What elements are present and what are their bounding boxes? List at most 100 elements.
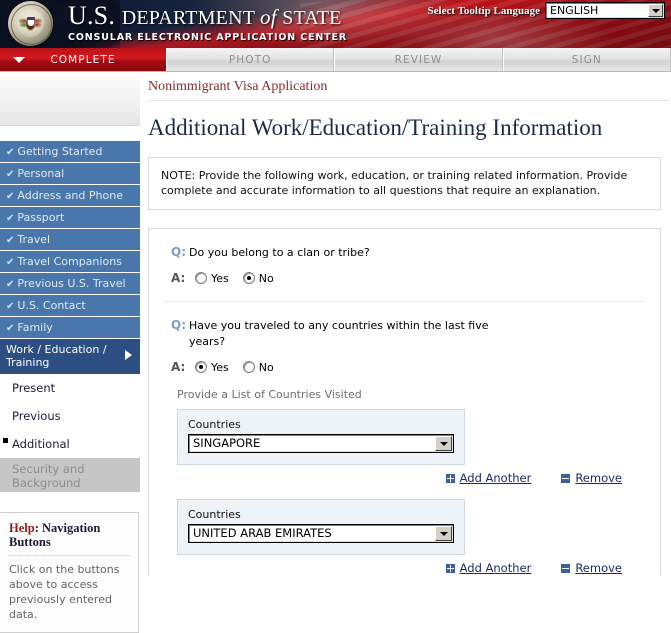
add-another-button-2[interactable]: Add Another [446, 561, 532, 575]
check-icon: ✔ [6, 301, 14, 312]
questions-panel: Q: Do you belong to a clan or tribe? A: … [148, 228, 661, 575]
question-text: Do you belong to a clan or tribe? [189, 245, 370, 261]
radio-no-label: No [259, 272, 274, 285]
help-panel: Help: Navigation Buttons Click on the bu… [0, 512, 139, 633]
sidebar-item-us-contact[interactable]: ✔U.S. Contact [0, 295, 140, 317]
country-value-2: UNITED ARAB EMIRATES [189, 525, 336, 542]
note-box: NOTE: Provide the following work, educat… [148, 157, 661, 210]
wordmark-subtitle: CONSULAR ELECTRONIC APPLICATION CENTER [68, 32, 347, 44]
sidebar-item-label: Travel Companions [17, 255, 122, 268]
sidebar-item-travel-companions[interactable]: ✔Travel Companions [0, 251, 140, 273]
tab-sign[interactable]: SIGN [503, 48, 671, 71]
site-header: U.S. DEPARTMENT of STATE CONSULAR ELECTR… [0, 0, 671, 48]
help-title-word: Help [9, 521, 35, 535]
great-seal-logo-icon [8, 1, 53, 46]
radio-option-no[interactable]: No [243, 361, 274, 374]
sidebar-subitem-label: Additional [12, 437, 70, 451]
remove-button-2[interactable]: Remove [561, 561, 622, 575]
radio-yes-label: Yes [211, 361, 229, 374]
question-marker: Q: [171, 245, 189, 260]
help-title: Help: Navigation Buttons [9, 521, 130, 549]
radio-group-clan-or-tribe: Yes No [189, 272, 274, 285]
chevron-down-icon[interactable] [435, 526, 452, 541]
sidebar-item-label: Travel [17, 233, 50, 246]
sidebar-item-label: Security and Background [12, 462, 85, 490]
sidebar-item-address-and-phone[interactable]: ✔Address and Phone [0, 185, 140, 207]
question-block-traveled-countries: Q: Have you traveled to any countries wi… [149, 302, 660, 374]
tab-review[interactable]: REVIEW [334, 48, 502, 71]
help-divider [9, 555, 130, 556]
tab-sign-label: SIGN [572, 54, 602, 66]
country-field-label: Countries [188, 508, 454, 521]
sidebar-subitem-previous[interactable]: Previous [0, 402, 140, 430]
wordmark-us: U.S. [68, 1, 122, 30]
tooltip-language-value: ENGLISH [546, 3, 602, 18]
sidebar-subitem-additional[interactable]: Additional [0, 430, 140, 458]
country-field-label: Countries [188, 418, 454, 431]
sidebar-item-label: U.S. Contact [17, 299, 85, 312]
stage-tabbar: COMPLETE PHOTO REVIEW SIGN [0, 48, 671, 72]
country-card-actions-1: Add Another Remove [149, 465, 660, 485]
tooltip-language-label: Select Tooltip Language [428, 5, 540, 17]
country-card-actions-2: Add Another Remove [149, 555, 660, 575]
chevron-down-icon[interactable] [435, 436, 452, 451]
sidebar-top-panel [0, 72, 140, 126]
question-block-clan-or-tribe: Q: Do you belong to a clan or tribe? A: … [149, 245, 660, 285]
sidebar-item-family[interactable]: ✔Family [0, 317, 140, 339]
wordmark-state: STATE [282, 7, 341, 29]
sidebar-item-label: Getting Started [17, 145, 102, 158]
country-value-1: SINGAPORE [189, 435, 264, 452]
radio-yes-input[interactable] [195, 272, 207, 284]
check-icon: ✔ [6, 213, 14, 224]
main-content: Nonimmigrant Visa Application Additional… [140, 72, 671, 589]
tooltip-language-selector[interactable]: Select Tooltip Language ENGLISH [428, 2, 665, 19]
country-card-2: Countries UNITED ARAB EMIRATES [177, 499, 465, 555]
check-icon: ✔ [6, 147, 14, 158]
radio-option-yes[interactable]: Yes [195, 272, 229, 285]
sidebar-item-security-and-background: Security and Background [0, 458, 140, 492]
radio-option-no[interactable]: No [243, 272, 274, 285]
chevron-right-icon [125, 350, 132, 360]
tab-complete[interactable]: COMPLETE [0, 48, 166, 71]
remove-label: Remove [575, 561, 622, 575]
check-icon: ✔ [6, 323, 14, 334]
sidebar-subitem-label: Previous [12, 409, 61, 423]
sidebar-item-work-education-training[interactable]: Work / Education / Training [0, 339, 140, 374]
sidebar-item-personal[interactable]: ✔Personal [0, 163, 140, 185]
question-marker: Q: [171, 318, 189, 333]
tooltip-language-dropdown[interactable]: ENGLISH [545, 2, 665, 19]
plus-icon [446, 474, 455, 483]
radio-yes-input[interactable] [195, 361, 207, 373]
country-dropdown-1[interactable]: SINGAPORE [188, 434, 454, 453]
countries-list-label: Provide a List of Countries Visited [149, 374, 660, 409]
radio-no-input[interactable] [243, 361, 255, 373]
caret-down-icon [13, 57, 25, 63]
remove-button-1[interactable]: Remove [561, 471, 622, 485]
sidebar-subitem-label: Present [12, 381, 55, 395]
wordmark-department: DEPARTMENT [122, 7, 260, 29]
add-another-button-1[interactable]: Add Another [446, 471, 532, 485]
help-text: Click on the buttons above to access pre… [9, 562, 130, 622]
chevron-down-icon[interactable] [648, 4, 663, 17]
sidebar-item-label: Passport [17, 211, 64, 224]
check-icon: ✔ [6, 279, 14, 290]
radio-no-input[interactable] [243, 272, 255, 284]
sidebar-item-getting-started[interactable]: ✔Getting Started [0, 141, 140, 163]
sidebar-subitem-present[interactable]: Present [0, 374, 140, 402]
check-icon: ✔ [6, 169, 14, 180]
sidebar-item-previous-us-travel[interactable]: ✔Previous U.S. Travel [0, 273, 140, 295]
tab-photo[interactable]: PHOTO [166, 48, 334, 71]
plus-icon [446, 564, 455, 573]
sidebar-item-label: Family [17, 321, 52, 334]
country-dropdown-2[interactable]: UNITED ARAB EMIRATES [188, 524, 454, 543]
sidebar-item-travel[interactable]: ✔Travel [0, 229, 140, 251]
check-icon: ✔ [6, 235, 14, 246]
radio-option-yes[interactable]: Yes [195, 361, 229, 374]
add-another-label: Add Another [460, 471, 532, 485]
answer-marker: A: [171, 271, 189, 285]
sidebar-item-label: Address and Phone [17, 189, 123, 202]
radio-yes-label: Yes [211, 272, 229, 285]
tab-photo-label: PHOTO [229, 54, 272, 66]
minus-icon [561, 564, 570, 573]
sidebar-item-passport[interactable]: ✔Passport [0, 207, 140, 229]
